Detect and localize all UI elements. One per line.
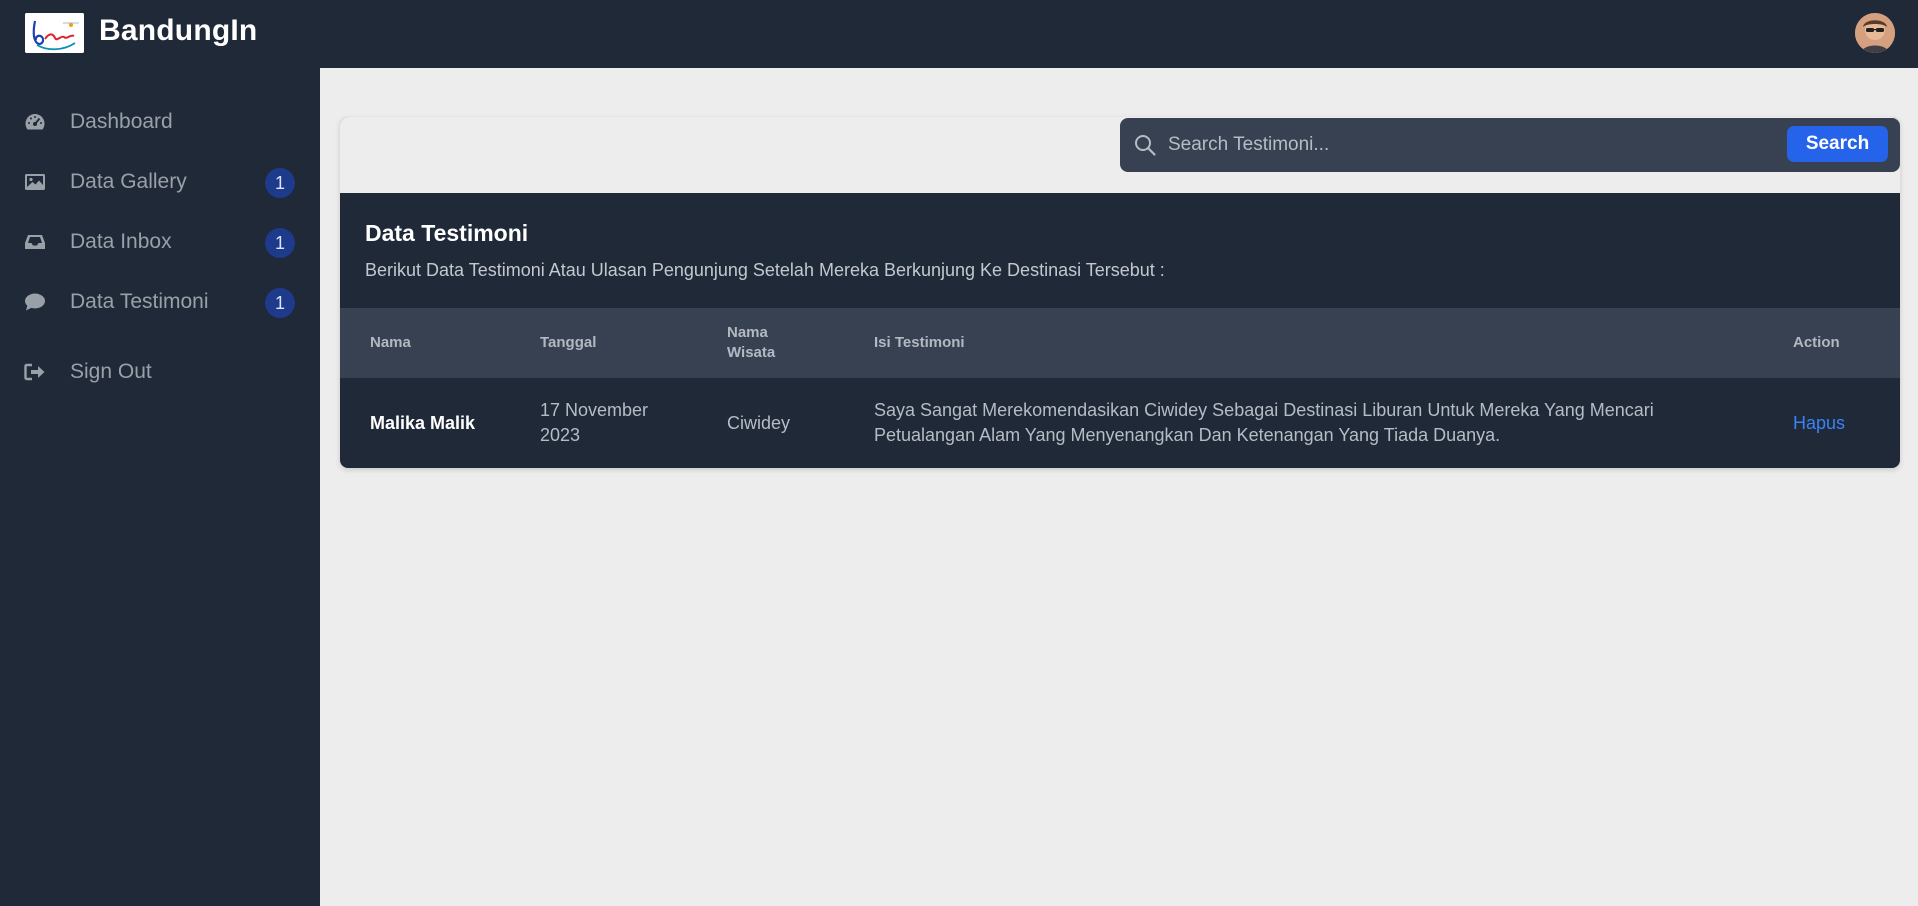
search-icon [1134, 134, 1156, 156]
column-header-isi-testimoni: Isi Testimoni [874, 334, 965, 351]
comment-icon [24, 292, 46, 312]
testimoni-card: Search Data Testimoni Berikut Data Testi… [340, 117, 1900, 468]
table-row: Malika Malik 17 November 2023 Ciwidey Sa… [340, 378, 1900, 468]
sidebar-item-data-inbox[interactable]: Data Inbox 1 [0, 218, 320, 266]
search-button[interactable]: Search [1787, 126, 1888, 162]
count-badge: 1 [265, 168, 295, 198]
sidebar-item-data-gallery[interactable]: Data Gallery 1 [0, 158, 320, 206]
brand-title: BandungIn [99, 14, 258, 47]
cell-nama: Malika Malik [370, 413, 476, 433]
cell-nama-wisata: Ciwidey [727, 413, 791, 433]
sidebar-item-label: Data Testimoni [70, 290, 209, 313]
sign-out-icon [24, 362, 46, 382]
page-title: Data Testimoni [365, 220, 529, 246]
cell-isi-testimoni: Saya Sangat Merekomendasikan Ciwidey Seb… [874, 400, 1654, 445]
cell-tanggal: 17 November 2023 [540, 400, 649, 445]
bandungin-logo[interactable] [25, 13, 84, 53]
search-input[interactable] [1168, 126, 1768, 164]
count-badge: 1 [265, 228, 295, 258]
sidebar-item-sign-out[interactable]: Sign Out [0, 348, 320, 396]
card-toolbar: Search [340, 117, 1900, 193]
sidebar-item-label: Data Inbox [70, 230, 172, 253]
column-header-tanggal: Tanggal [540, 334, 597, 351]
column-header-action: Action [1793, 334, 1840, 351]
table-header: Nama Tanggal Nama Wisata Isi Testimoni A… [340, 308, 1900, 378]
column-header-nama: Nama [370, 334, 411, 351]
delete-link[interactable]: Hapus [1793, 411, 1845, 436]
user-avatar[interactable] [1855, 13, 1895, 53]
sidebar-item-label: Data Gallery [70, 170, 187, 193]
inbox-icon [24, 232, 46, 252]
sidebar-item-dashboard[interactable]: Dashboard [0, 98, 320, 146]
search-bar: Search [1120, 118, 1900, 172]
sidebar: Dashboard Data Gallery 1 Data Inbox 1 Da… [0, 68, 320, 906]
image-icon [24, 172, 46, 192]
sidebar-item-label: Dashboard [70, 110, 173, 133]
page-subtitle: Berikut Data Testimoni Atau Ulasan Pengu… [365, 260, 1165, 280]
count-badge: 1 [265, 288, 295, 318]
sidebar-item-data-testimoni[interactable]: Data Testimoni 1 [0, 278, 320, 326]
top-bar: BandungIn [0, 0, 1918, 68]
column-header-nama-wisata: Nama Wisata [727, 324, 776, 361]
dashboard-icon [24, 112, 46, 132]
sidebar-item-label: Sign Out [70, 360, 152, 383]
